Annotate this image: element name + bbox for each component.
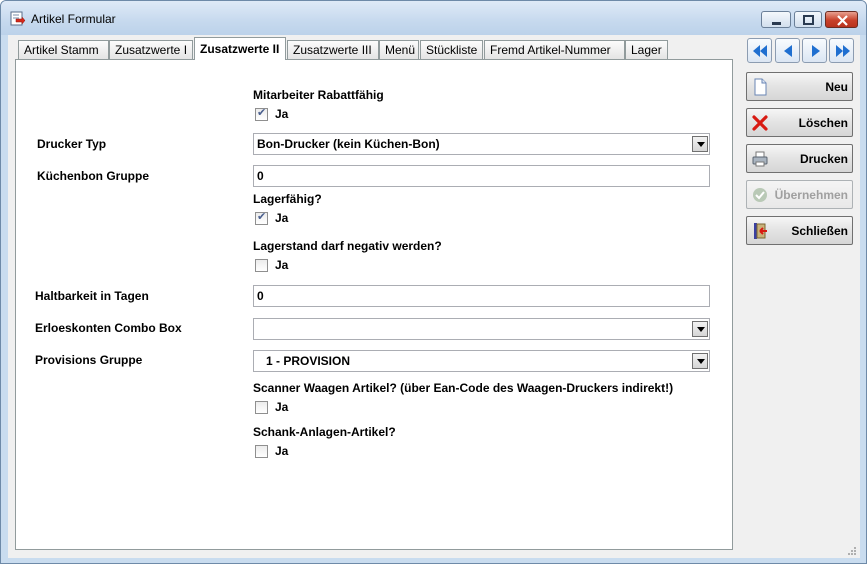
haltbarkeit-label: Haltbarkeit in Tagen	[35, 289, 149, 303]
printer-icon	[752, 151, 768, 167]
tab-menue[interactable]: Menü	[379, 40, 419, 59]
tab-lager[interactable]: Lager	[625, 40, 668, 59]
rabatt-checkbox-label: Ja	[275, 107, 289, 121]
next-record-icon	[812, 45, 820, 57]
kuechenbon-gruppe-label: Küchenbon Gruppe	[37, 169, 149, 183]
lagerstand-negativ-label: Lagerstand darf negativ werden?	[253, 239, 442, 253]
delete-x-icon	[752, 115, 768, 131]
scanner-waagen-checkbox-label: Ja	[275, 400, 289, 414]
tab-panel-zusatzwerte-2: Mitarbeiter Rabattfähig Ja Drucker Typ B…	[15, 59, 733, 550]
title-bar[interactable]: Artikel Formular	[1, 1, 866, 35]
lagerfaehig-label: Lagerfähig?	[253, 192, 322, 206]
first-record-icon	[753, 45, 767, 57]
lagerfaehig-checkbox-label: Ja	[275, 211, 289, 225]
close-button[interactable]: Schließen	[746, 216, 853, 245]
tab-fremd-artikel-nummer[interactable]: Fremd Artikel-Nummer	[484, 40, 625, 59]
tab-zusatzwerte-3[interactable]: Zusatzwerte III	[287, 40, 379, 59]
lagerfaehig-checkbox[interactable]	[255, 210, 268, 225]
new-document-icon	[754, 78, 767, 96]
haltbarkeit-input[interactable]: 0	[253, 285, 710, 307]
delete-button[interactable]: Löschen	[746, 108, 853, 137]
new-button[interactable]: Neu	[746, 72, 853, 101]
delete-button-label: Löschen	[798, 116, 848, 130]
chevron-down-icon[interactable]	[692, 321, 708, 337]
provisions-gruppe-label: Provisions Gruppe	[35, 353, 143, 367]
print-button[interactable]: Drucken	[746, 144, 853, 173]
tab-zusatzwerte-1[interactable]: Zusatzwerte I	[109, 40, 193, 59]
erloeskonten-label: Erloeskonten Combo Box	[35, 321, 182, 335]
rabatt-label: Mitarbeiter Rabattfähig	[253, 88, 384, 102]
schank-anlagen-checkbox[interactable]	[255, 445, 268, 458]
kuechenbon-gruppe-input[interactable]: 0	[253, 165, 710, 187]
drucker-typ-label: Drucker Typ	[37, 137, 107, 151]
chevron-down-icon[interactable]	[692, 136, 708, 152]
new-button-label: Neu	[825, 80, 848, 94]
rabatt-checkbox[interactable]	[255, 106, 268, 121]
chevron-down-icon[interactable]	[692, 353, 708, 369]
close-window-button[interactable]	[825, 11, 858, 28]
exit-door-icon	[754, 223, 767, 239]
tab-zusatzwerte-2[interactable]: Zusatzwerte II	[194, 37, 286, 60]
schank-anlagen-checkbox-label: Ja	[275, 444, 289, 458]
erloeskonten-select[interactable]	[253, 318, 710, 340]
apply-button[interactable]: Übernehmen	[746, 180, 853, 209]
window-title: Artikel Formular	[31, 12, 116, 26]
form-arrow-icon	[10, 11, 26, 26]
close-icon	[837, 15, 848, 26]
drucker-typ-select[interactable]: Bon-Drucker (kein Küchen-Bon)	[253, 133, 710, 155]
app-window: Artikel Formular Artikel Stamm Zusatzwer…	[0, 0, 867, 564]
maximize-icon	[803, 15, 814, 25]
resize-grip-icon[interactable]	[847, 546, 857, 556]
last-record-button[interactable]	[829, 38, 854, 63]
provisions-gruppe-select[interactable]: 1 - PROVISION	[253, 350, 710, 372]
close-button-label: Schließen	[791, 224, 848, 238]
tab-stueckliste[interactable]: Stückliste	[420, 40, 483, 59]
client-area: Artikel Stamm Zusatzwerte I Zusatzwerte …	[8, 35, 860, 558]
scanner-waagen-checkbox[interactable]	[255, 401, 268, 414]
previous-record-icon	[784, 45, 792, 57]
apply-button-label: Übernehmen	[774, 188, 848, 202]
lagerstand-negativ-checkbox-label: Ja	[275, 258, 289, 272]
maximize-button[interactable]	[794, 11, 822, 28]
drucker-typ-value: Bon-Drucker (kein Küchen-Bon)	[257, 137, 440, 151]
print-button-label: Drucken	[799, 152, 848, 166]
last-record-icon	[836, 45, 850, 57]
minimize-button[interactable]	[761, 11, 791, 28]
schank-anlagen-label: Schank-Anlagen-Artikel?	[253, 425, 396, 439]
previous-record-button[interactable]	[775, 38, 800, 63]
provisions-gruppe-value: 1 - PROVISION	[266, 354, 351, 368]
tab-artikel-stamm[interactable]: Artikel Stamm	[18, 40, 109, 59]
minimize-icon	[772, 22, 781, 25]
next-record-button[interactable]	[802, 38, 827, 63]
apply-check-icon	[753, 188, 767, 202]
lagerstand-negativ-checkbox[interactable]	[255, 259, 268, 272]
scanner-waagen-label: Scanner Waagen Artikel? (über Ean-Code d…	[253, 381, 674, 395]
first-record-button[interactable]	[747, 38, 772, 63]
